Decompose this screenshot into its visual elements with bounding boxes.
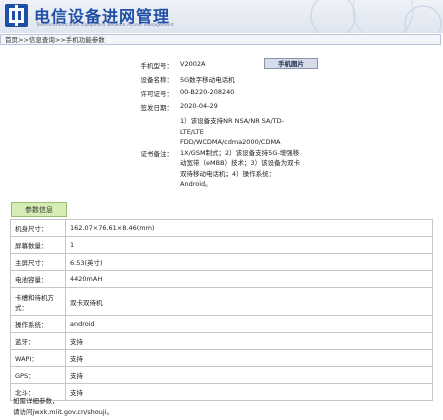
device-name-value: 5G数字移动电话机 [180,76,235,84]
footer-link[interactable]: 请访问jwxk.miit.gov.cn/shouji。 [13,406,113,416]
param-value: 1 [65,236,433,254]
param-key: 主屏尺寸： [10,253,66,271]
table-row: 北斗： 支持 [10,383,433,401]
param-key: WAPI： [10,349,66,367]
table-row: WAPI： 支持 [10,349,433,367]
param-value: 162.07×76.61×8.46(mm) [65,219,433,237]
header-decoration [310,0,442,33]
param-value: 支持 [65,383,433,401]
site-header: 电信设备进网管理 Telecommunication Equipment Net… [0,0,443,33]
param-key: GPS： [10,366,66,384]
site-subtitle: Telecommunication Equipment Network Acce… [36,23,174,28]
footer-note: 如需详细参数， [13,397,59,405]
param-value: 6.53(英寸) [65,253,433,271]
param-key: 蓝牙： [10,332,66,350]
param-value: 4420mAH [65,270,433,288]
param-value: 支持 [65,349,433,367]
model-value: V2002A [180,60,206,68]
params-tab[interactable]: 参数信息 [11,202,67,217]
table-row: 主屏尺寸： 6.53(英寸) [10,253,433,271]
params-table: 机身尺寸： 162.07×76.61×8.46(mm) 屏幕数量： 1 主屏尺寸： 6.5… [10,219,433,401]
param-value: 支持 [65,366,433,384]
table-row: 机身尺寸： 162.07×76.61×8.46(mm) [10,219,433,237]
license-value: 00-B220-208240 [180,88,235,96]
param-value: 双卡双待机 [65,287,433,316]
breadcrumb: 首页>>信息查询>>手机功能参数 [0,34,441,45]
param-key: 机身尺寸： [10,219,66,237]
date-value: 2020-04-29 [180,102,218,110]
table-row: 屏幕数量： 1 [10,236,433,254]
device-name-label: 设备名称： [140,76,174,84]
table-row: 蓝牙： 支持 [10,332,433,350]
table-row: 操作系统： android [10,315,433,333]
param-value: android [65,315,433,333]
param-key: 操作系统： [10,315,66,333]
table-row: 卡槽和待机方式： 双卡双待机 [10,287,433,316]
date-label: 签发日期： [140,104,174,112]
param-value: 支持 [65,332,433,350]
remark-value: 1）该设备支持NR NSA/NR SA/TD-LTE/LTE FDD/WCDMA… [180,117,301,188]
remark-label: 证书备注： [140,150,174,158]
table-row: 电池容量： 4420mAH [10,270,433,288]
param-key: 电池容量： [10,270,66,288]
param-key: 屏幕数量： [10,236,66,254]
phone-image-button[interactable]: 手机图片 [264,58,318,69]
table-row: GPS： 支持 [10,366,433,384]
model-label: 手机型号： [140,62,174,70]
license-label: 许可证号： [140,90,174,98]
site-logo-icon [5,4,28,27]
param-key: 卡槽和待机方式： [10,287,66,316]
